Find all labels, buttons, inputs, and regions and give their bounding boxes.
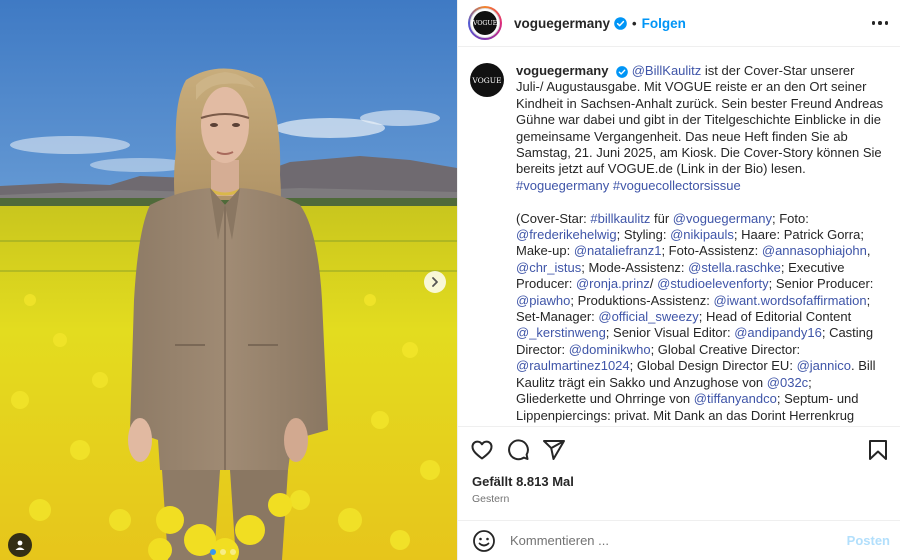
post-comment-button[interactable]: Posten <box>847 533 890 548</box>
post-photo[interactable] <box>0 0 457 560</box>
caption-text-segment: ist der Cover-Star unserer Juli-/ August… <box>516 63 884 177</box>
post-sidebar: VOGUE voguegermany • Folgen VOGUE vogueg… <box>457 0 900 560</box>
mention-link[interactable]: @nataliefranz1 <box>574 243 662 258</box>
username-link[interactable]: voguegermany <box>514 16 610 31</box>
caption-text-segment: ; Produktions-Assistenz: <box>570 292 714 308</box>
mention-link[interactable]: @frederikehelwig <box>516 227 617 242</box>
mention-link[interactable]: @studioelevenforty <box>657 276 768 291</box>
carousel-dot <box>230 549 236 555</box>
caption-text-segment: für <box>650 210 673 226</box>
vogue-logo: VOGUE <box>473 11 497 35</box>
tagged-users-button[interactable] <box>8 533 32 557</box>
carousel-dots <box>210 549 236 555</box>
caption-text-segment: (Cover-Star: <box>516 210 591 226</box>
caption-avatar[interactable]: VOGUE <box>470 63 504 97</box>
hashtag-link[interactable]: #voguegermany <box>516 178 609 193</box>
caption-text-segment: ; Foto: <box>772 210 809 226</box>
caption-text-segment: ; Mode-Assistenz: <box>581 259 689 275</box>
caption-text-segment: ; Head of Editorial Content <box>698 309 852 325</box>
mention-link[interactable]: @032c <box>767 375 808 390</box>
comment-input[interactable] <box>510 533 847 548</box>
comment-bar: Posten <box>458 520 900 560</box>
caption-text-segment: ; Styling: <box>616 227 671 243</box>
mention-link[interactable]: @jannico <box>797 358 851 373</box>
post-header: VOGUE voguegermany • Folgen <box>458 0 900 47</box>
carousel-dot <box>210 549 216 555</box>
caption-text: voguegermany @BillKaulitz ist der Cover-… <box>516 63 884 426</box>
mention-link[interactable]: @_kerstinweng <box>516 325 606 340</box>
mention-link[interactable]: @chr_istus <box>516 260 581 275</box>
story-ring[interactable]: VOGUE <box>468 6 502 40</box>
bookmark-icon[interactable] <box>866 438 890 462</box>
separator-dot: • <box>632 15 637 31</box>
comment-icon[interactable] <box>506 438 530 462</box>
hashtag-link[interactable]: #voguecollectorsissue <box>613 178 741 193</box>
mention-link[interactable]: @nikipauls <box>670 227 734 242</box>
verified-badge-icon <box>614 16 627 30</box>
photo-scene <box>0 0 457 560</box>
mention-link[interactable]: @andipandy16 <box>734 325 822 340</box>
follow-button[interactable]: Folgen <box>642 16 686 31</box>
mention-link[interactable]: @ronja.prinz <box>576 276 650 291</box>
mention-link[interactable]: @piawho <box>516 293 570 308</box>
mention-link[interactable]: @dominikwho <box>569 342 651 357</box>
caption-text-segment: , <box>866 243 871 259</box>
post-modal: VOGUE voguegermany • Folgen VOGUE vogueg… <box>0 0 900 560</box>
carousel-dot <box>220 549 226 555</box>
caption-text-segment: ; Global Creative Director: <box>650 341 801 357</box>
mention-link[interactable]: @BillKaulitz <box>632 63 702 78</box>
caption-username[interactable]: voguegermany <box>516 63 608 78</box>
caption-area: VOGUE voguegermany @BillKaulitz ist der … <box>458 47 900 426</box>
more-options-icon[interactable] <box>871 15 888 31</box>
caption-text-segment: ; Foto-Assistenz: <box>661 243 762 259</box>
emoji-icon[interactable] <box>472 529 496 553</box>
verified-badge-icon <box>616 65 628 78</box>
caption-text-segment: ; Senior Producer: <box>768 276 874 292</box>
avatar[interactable]: VOGUE <box>470 8 500 38</box>
mention-link[interactable]: @annasophiajohn <box>762 243 867 258</box>
hashtag-link[interactable]: #billkaulitz <box>590 211 650 226</box>
post-date[interactable]: Gestern <box>458 490 900 520</box>
caption-paragraph-1: voguegermany @BillKaulitz ist der Cover-… <box>516 63 884 194</box>
caption-text-segment: ; Global Design Director EU: <box>629 358 797 374</box>
mention-link[interactable]: @raulmartinez1024 <box>516 358 630 373</box>
action-bar <box>458 426 900 472</box>
caption-paragraph-2: (Cover-Star: #billkaulitz für @voguegerm… <box>516 211 884 426</box>
caption-paragraph-1-content: @BillKaulitz ist der Cover-Star unserer … <box>516 63 883 193</box>
caption-text-segment: ; Senior Visual Editor: <box>605 325 735 341</box>
user-tag-icon <box>15 540 25 550</box>
chevron-right-icon <box>432 277 438 287</box>
mention-link[interactable]: @official_sweezy <box>598 309 698 324</box>
heart-icon[interactable] <box>470 438 494 462</box>
mention-link[interactable]: @tiffanyandco <box>694 391 777 406</box>
likes-count[interactable]: Gefällt 8.813 Mal <box>458 472 900 490</box>
carousel-next-button[interactable] <box>424 271 446 293</box>
mention-link[interactable]: @voguegermany <box>673 211 772 226</box>
mention-link[interactable]: @iwant.wordsofaffirmation <box>713 293 866 308</box>
mention-link[interactable]: @stella.raschke <box>688 260 781 275</box>
share-icon[interactable] <box>542 438 566 462</box>
